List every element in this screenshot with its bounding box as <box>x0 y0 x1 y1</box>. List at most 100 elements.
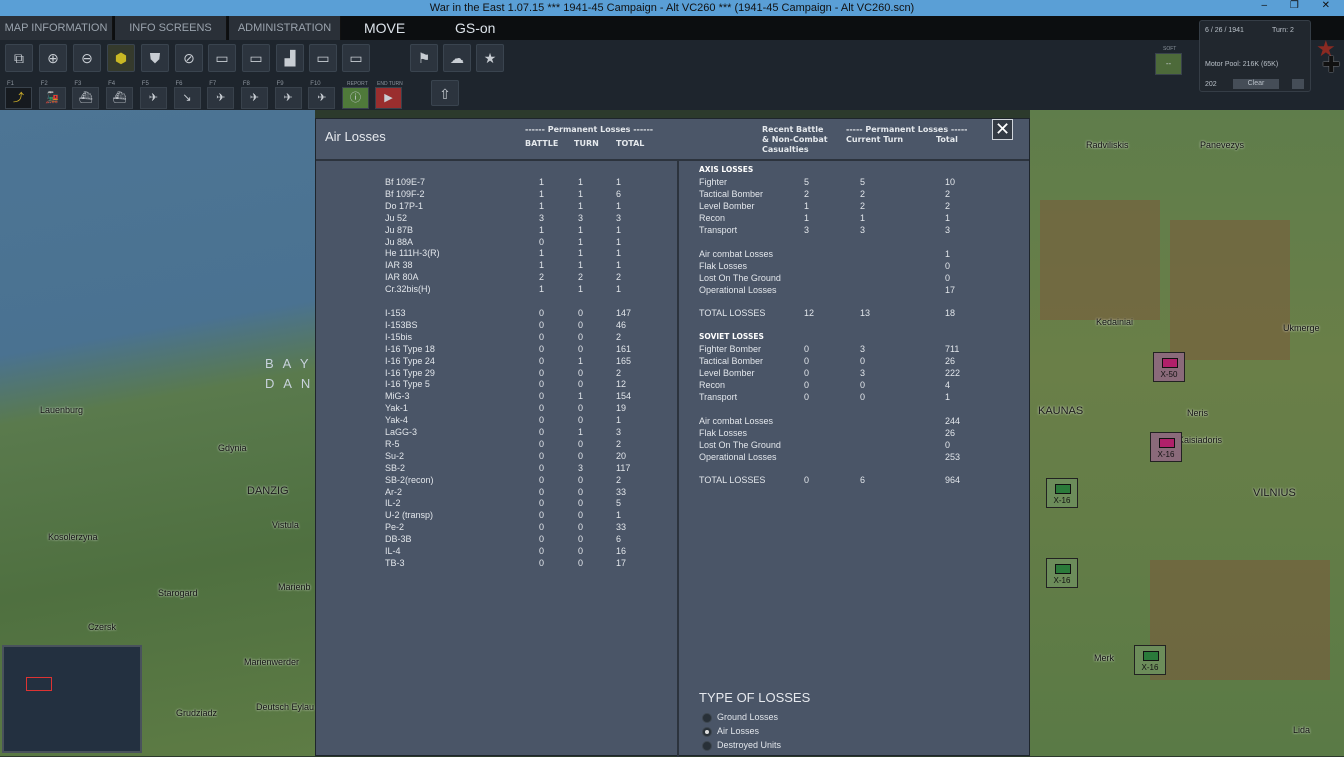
axis-losses-type-label: Level Bomber <box>699 200 755 211</box>
unit-counter-2[interactable]: X-16 <box>1150 432 1182 462</box>
soviet-aircraft-name: SB-2 <box>385 462 406 473</box>
unit-bars-icon[interactable]: ▭ <box>242 44 270 72</box>
axis-losses-cause-label: Air combat Losses <box>699 249 774 259</box>
soviet-aircraft-value: 17 <box>616 557 627 568</box>
unit-counter-3[interactable]: X-16 <box>1046 478 1078 508</box>
end-turn-button[interactable]: ▶ <box>375 87 402 109</box>
close-button[interactable]: ✕ <box>992 119 1013 140</box>
fkey-button-7-icon[interactable]: ✈ <box>207 87 235 109</box>
axis-aircraft-name: IAR 80A <box>385 272 419 283</box>
unit-counter-5[interactable]: X-16 <box>1134 645 1166 675</box>
minimap[interactable] <box>2 645 142 753</box>
fkey-button-8-icon[interactable]: ✈ <box>240 87 268 109</box>
move-mode[interactable]: MOVE <box>364 16 405 40</box>
col-turn: TURN <box>574 139 599 148</box>
axis-aircraft-value: 2 <box>578 272 584 283</box>
unit-counter-1[interactable]: X-50 <box>1153 352 1185 382</box>
axis-losses-type-label: Tactical Bomber <box>699 188 764 199</box>
soviet-aircraft-value: 0 <box>578 474 584 485</box>
tab-map-information[interactable]: MAP INFORMATION <box>0 16 113 40</box>
clear-button[interactable]: Clear <box>1233 79 1279 89</box>
shield-icon[interactable]: ⛊ <box>141 44 169 72</box>
soviet-aircraft-value: 6 <box>616 534 622 545</box>
unit-shield-icon[interactable]: ▭ <box>342 44 370 72</box>
axis-losses-total-value: 18 <box>945 308 956 318</box>
axis-aircraft-name: Bf 109F-2 <box>385 188 425 199</box>
axis-losses-cause-label: Operational Losses <box>699 284 777 295</box>
zoom-in-icon[interactable]: ⊕ <box>39 44 67 72</box>
soviet-aircraft-value: 161 <box>616 343 632 354</box>
soviet-losses-cause-label: Flak Losses <box>699 427 748 438</box>
axis-aircraft-value: 1 <box>578 177 584 187</box>
soft-button[interactable]: -- <box>1155 53 1182 75</box>
gs-toggle[interactable]: GS-on <box>455 16 495 40</box>
axis-aircraft-value: 1 <box>539 284 545 295</box>
axis-aircraft-value: 1 <box>616 177 622 187</box>
fkey-button-1-icon[interactable]: ⤴ <box>5 87 32 109</box>
soviet-aircraft-value: 0 <box>539 534 545 545</box>
upload-arrow-icon[interactable]: ⇧ <box>431 80 459 106</box>
fkey-button-6-icon[interactable]: ↘ <box>173 87 201 109</box>
factory-icon[interactable]: ▟ <box>276 44 304 72</box>
fkey-button-2-icon[interactable]: 🚂 <box>38 87 66 109</box>
axis-losses-type-label: Fighter <box>699 177 728 187</box>
fkey-button-5-icon[interactable]: ✈ <box>139 87 167 109</box>
soviet-aircraft-value: 0 <box>539 391 545 402</box>
fkey-button-10-icon[interactable]: ✈ <box>308 87 336 109</box>
tab-administration[interactable]: ADMINISTRATION <box>229 16 341 40</box>
small-toggle-button[interactable] <box>1292 79 1304 89</box>
map-label: Lauenburg <box>40 405 84 415</box>
fkey-button-3-icon[interactable]: ⛴ <box>72 87 100 109</box>
soviet-aircraft-value: 0 <box>539 415 545 426</box>
soviet-aircraft-value: 0 <box>539 438 545 449</box>
unit-dot-icon[interactable]: ▭ <box>208 44 236 72</box>
soviet-aircraft-name: I-15bis <box>385 331 413 342</box>
soviet-aircraft-value: 20 <box>616 450 627 461</box>
axis-losses-type-label: Recon <box>699 212 726 223</box>
soviet-aircraft-value: 5 <box>616 498 622 509</box>
fkey-button-9-icon[interactable]: ✈ <box>274 87 302 109</box>
radio-air-losses[interactable] <box>702 727 712 737</box>
map-label: Marienb <box>278 582 311 592</box>
axis-losses-total-value: 13 <box>860 308 871 318</box>
soviet-aircraft-name: Ar-2 <box>385 486 403 497</box>
zoom-out-icon[interactable]: ⊖ <box>73 44 101 72</box>
axis-aircraft-name: Cr.32bis(H) <box>385 284 431 295</box>
windows-icon[interactable]: ⧉ <box>5 44 33 72</box>
radio-label[interactable]: Ground Losses <box>717 712 778 722</box>
rail-icon[interactable]: ⊘ <box>175 44 203 72</box>
map-east[interactable] <box>1030 110 1344 756</box>
window-controls[interactable]: – ❐ ✕ <box>1262 0 1340 11</box>
soviet-aircraft-name: R-5 <box>385 438 400 449</box>
soviet-aircraft-value: 0 <box>578 450 584 461</box>
toolbar: ⧉ ⊕ ⊖ ⬢ ⛊ ⊘ ▭ ▭ ▟ ▭ ▭ ⚑ ☁ ★ REPORT ⓘ END… <box>0 40 1344 110</box>
rectangle-icon[interactable]: ▭ <box>309 44 337 72</box>
flag-arrow-icon[interactable]: ⚑ <box>410 44 438 72</box>
minimap-viewport[interactable] <box>26 677 52 691</box>
tab-info-screens[interactable]: INFO SCREENS <box>115 16 227 40</box>
map-label: Starogard <box>158 588 198 598</box>
fkey-button-4-icon[interactable]: ⛴ <box>106 87 134 109</box>
cross-star-icon[interactable]: ★ <box>476 44 504 72</box>
weather-icon[interactable]: ☁ <box>443 44 471 72</box>
unit-counter-4[interactable]: X-16 <box>1046 558 1078 588</box>
soviet-aircraft-value: 33 <box>616 486 627 497</box>
german-cross-icon: ✚ <box>1322 52 1341 77</box>
radio-label[interactable]: Destroyed Units <box>717 740 781 750</box>
soviet-aircraft-value: 0 <box>578 319 584 330</box>
info-value: 202 <box>1205 81 1217 88</box>
soviet-aircraft-value: 1 <box>578 355 584 366</box>
radio-label[interactable]: Air Losses <box>717 726 759 736</box>
soviet-aircraft-name: DB-3B <box>385 534 412 545</box>
air-losses-dialog: Air Losses ------ Permanent Losses -----… <box>315 118 1030 757</box>
hex-grid-icon[interactable]: ⬢ <box>107 44 135 72</box>
window-title: War in the East 1.07.15 *** 1941-45 Camp… <box>429 2 915 14</box>
radio-ground-losses[interactable] <box>702 713 712 723</box>
report-button[interactable]: ⓘ <box>342 87 369 109</box>
axis-aircraft-value: 1 <box>539 177 545 187</box>
soviet-losses-cause-label: Lost On The Ground <box>699 439 781 450</box>
soviet-aircraft-value: 0 <box>539 450 545 461</box>
axis-aircraft-value: 1 <box>616 260 622 271</box>
soviet-aircraft-value: 0 <box>539 462 545 473</box>
radio-destroyed-units[interactable] <box>702 741 712 751</box>
